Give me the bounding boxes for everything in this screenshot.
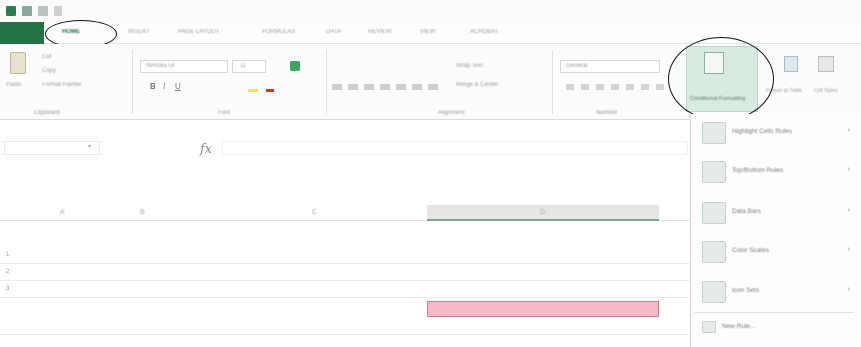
divider <box>326 50 327 114</box>
format-as-table-icon[interactable] <box>784 56 798 72</box>
submenu-arrow-icon: › <box>847 246 850 253</box>
formula-input[interactable] <box>222 141 688 155</box>
table-row[interactable]: 3 <box>0 281 690 298</box>
number-icons[interactable] <box>566 84 666 90</box>
menu-item-icon-sets[interactable]: Icon Sets › <box>694 275 854 309</box>
top-bottom-icon <box>702 161 726 183</box>
menu-item-label: Highlight Cells Rules <box>732 128 792 135</box>
menu-item-color-scales[interactable]: Color Scales › <box>694 235 854 269</box>
format-painter-button[interactable]: Format Painter <box>42 82 82 88</box>
cut-button[interactable]: Cut <box>42 54 51 60</box>
customize-icon[interactable] <box>54 6 62 16</box>
column-header-d[interactable]: D <box>540 209 545 216</box>
save-icon[interactable] <box>6 6 16 16</box>
table-row[interactable]: 2 <box>0 264 690 281</box>
underline-button[interactable]: U <box>175 82 181 91</box>
menu-item-data-bars[interactable]: Data Bars › <box>694 196 854 230</box>
conditional-formatting-annotation-circle <box>668 37 774 121</box>
menu-item-label: Data Bars <box>732 208 761 215</box>
row-number[interactable]: 1 <box>6 252 9 258</box>
redo-icon[interactable] <box>38 6 48 16</box>
divider <box>132 50 133 114</box>
column-header-c[interactable]: C <box>312 209 317 216</box>
highlight-green-icon[interactable] <box>290 61 300 71</box>
submenu-arrow-icon: › <box>847 286 850 293</box>
fill-color-icon[interactable] <box>248 82 258 92</box>
title-bar <box>0 0 861 22</box>
font-size-select[interactable] <box>232 60 266 73</box>
paste-button[interactable]: Paste <box>6 82 21 88</box>
alignment-group-label: Alignment <box>438 110 465 116</box>
row-number[interactable]: 3 <box>6 286 9 292</box>
column-header-a[interactable]: A <box>60 209 65 216</box>
tab-file[interactable] <box>0 22 44 44</box>
color-scales-icon <box>702 241 726 263</box>
highlighted-cell[interactable] <box>427 301 659 317</box>
italic-button[interactable]: I <box>163 82 165 91</box>
menu-item-label: New Rule... <box>722 323 756 330</box>
submenu-arrow-icon: › <box>847 127 850 134</box>
column-header-b[interactable]: B <box>140 209 145 216</box>
number-group-label: Number <box>596 110 618 116</box>
merge-center-button[interactable]: Merge & Center <box>456 82 498 88</box>
bold-button[interactable]: B <box>150 82 156 91</box>
table-row[interactable]: 1 <box>0 247 690 264</box>
tab-review[interactable]: REVIEW <box>368 29 392 35</box>
menu-item-label: Top/Bottom Rules <box>732 167 784 174</box>
row-number[interactable]: 2 <box>6 269 9 275</box>
align-icons[interactable] <box>332 84 442 90</box>
menu-item-top-bottom-rules[interactable]: Top/Bottom Rules › <box>694 155 854 189</box>
clipboard-group-label: Clipboard <box>34 110 60 116</box>
name-box[interactable] <box>4 141 100 155</box>
insert-function-button[interactable]: fx <box>200 142 212 157</box>
font-group-label: Font <box>218 110 231 116</box>
name-box-dropdown-icon[interactable]: ▾ <box>88 143 91 150</box>
divider <box>552 50 553 114</box>
tab-page-layout[interactable]: PAGE LAYOUT <box>178 29 219 35</box>
highlight-cells-icon <box>702 122 726 144</box>
table-row[interactable] <box>0 318 690 335</box>
tab-acrobat[interactable]: ACROBAT <box>470 29 499 35</box>
undo-icon[interactable] <box>22 6 32 16</box>
menu-item-label: Color Scales <box>732 247 769 254</box>
cell-styles-button[interactable]: Cell Styles <box>814 88 838 94</box>
submenu-arrow-icon: › <box>847 207 850 214</box>
tab-data[interactable]: DATA <box>326 29 341 35</box>
new-rule-icon <box>702 321 716 333</box>
menu-item-highlight-cells-rules[interactable]: Highlight Cells Rules › <box>694 116 854 150</box>
paste-icon[interactable] <box>10 52 26 74</box>
tab-insert[interactable]: INSERT <box>128 29 150 35</box>
tab-formulas[interactable]: FORMULAS <box>262 29 295 35</box>
font-name-value: Nirmala UI <box>146 63 175 69</box>
number-format-value: General <box>566 63 588 69</box>
icon-sets-icon <box>702 281 726 303</box>
submenu-arrow-icon: › <box>847 166 850 173</box>
font-size-value: 11 <box>240 63 247 69</box>
cell-styles-icon[interactable] <box>818 56 834 72</box>
wrap-text-button[interactable]: Wrap Text <box>456 63 483 69</box>
font-color-icon[interactable] <box>266 80 274 92</box>
tab-view[interactable]: VIEW <box>420 29 435 35</box>
menu-item-new-rule[interactable]: New Rule... <box>694 313 854 347</box>
data-bars-icon <box>702 202 726 224</box>
menu-item-label: Icon Sets <box>732 287 760 294</box>
copy-button[interactable]: Copy <box>42 68 56 74</box>
